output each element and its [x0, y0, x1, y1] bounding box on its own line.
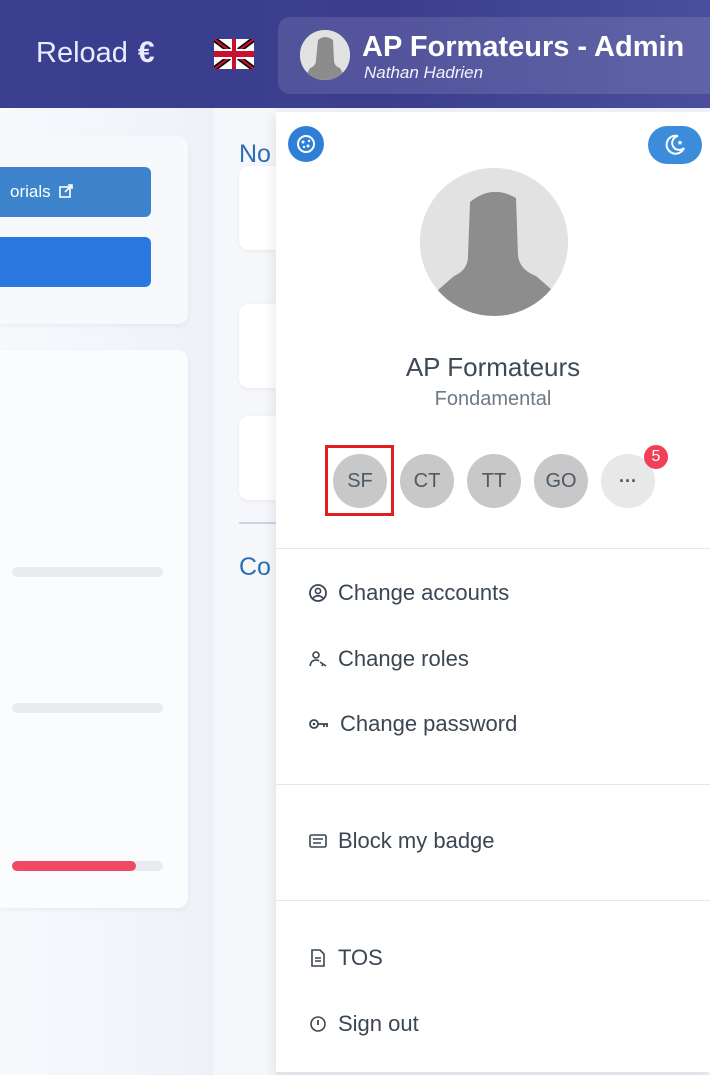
external-link-icon	[59, 184, 74, 198]
profile-avatar	[420, 168, 568, 316]
user-key-icon	[309, 651, 327, 667]
tutorials-label: orials	[10, 182, 51, 201]
shortcut-card[interactable]	[239, 304, 276, 388]
progress-bar	[12, 703, 163, 713]
stats-card	[0, 350, 188, 908]
shortcut-card[interactable]	[239, 166, 276, 250]
divider	[276, 900, 710, 901]
menu-item-label: Change accounts	[338, 580, 510, 605]
key-icon	[309, 719, 328, 729]
shortcut-card[interactable]	[239, 416, 276, 500]
account-dropdown-panel: AP Formateurs Fondamental SF CT TT GO ··…	[276, 112, 710, 1072]
theme-toggle-button[interactable]	[648, 126, 702, 164]
section-title-partial: Co	[239, 553, 271, 581]
divider	[276, 784, 710, 785]
account-menu-toggle[interactable]: AP Formateurs - Admin Nathan Hadrien	[278, 17, 710, 94]
divider	[276, 548, 710, 549]
organization-level: Fondamental	[434, 388, 552, 410]
account-chip-tt[interactable]: TT	[467, 454, 521, 508]
menu-item-label: Change roles	[338, 646, 469, 671]
primary-action-button[interactable]	[0, 237, 151, 287]
document-icon	[311, 949, 325, 967]
progress-bar	[12, 861, 163, 871]
moon-icon	[665, 134, 685, 155]
account-title: AP Formateurs - Admin	[362, 31, 685, 63]
uk-flag-icon[interactable]	[214, 39, 254, 69]
change-password-menu-item[interactable]: Change password	[308, 711, 517, 737]
account-chip-ct[interactable]: CT	[400, 454, 454, 508]
page-background-middle	[214, 108, 276, 1075]
account-circle-icon	[309, 584, 327, 602]
cookie-settings-button[interactable]	[288, 126, 324, 162]
section-title-partial: No	[239, 140, 271, 168]
user-silhouette-icon	[300, 30, 350, 80]
more-accounts-count-badge: 5	[644, 445, 668, 469]
power-icon	[310, 1016, 326, 1032]
change-accounts-menu-item[interactable]: Change accounts	[308, 580, 509, 606]
change-roles-menu-item[interactable]: Change roles	[308, 646, 469, 672]
divider	[239, 522, 276, 524]
menu-item-label: Change password	[340, 711, 518, 736]
cookie-icon	[297, 135, 315, 153]
organization-name: AP Formateurs	[405, 352, 581, 382]
top-navbar: Reload € AP Formateurs - Admin Nathan Ha…	[0, 0, 710, 108]
progress-bar	[12, 567, 163, 577]
menu-item-label: Block my badge	[338, 828, 495, 853]
links-card	[0, 136, 188, 324]
menu-item-label: Sign out	[338, 1011, 419, 1036]
menu-item-label: TOS	[338, 945, 383, 970]
reload-button[interactable]: Reload €	[36, 36, 155, 70]
account-user-name: Nathan Hadrien	[364, 63, 484, 82]
tos-menu-item[interactable]: TOS	[308, 945, 383, 971]
block-badge-menu-item[interactable]: Block my badge	[308, 828, 495, 854]
tutorials-button[interactable]: orials	[0, 167, 151, 217]
progress-bar-fill	[12, 861, 136, 871]
euro-icon: €	[137, 36, 155, 69]
sign-out-menu-item[interactable]: Sign out	[308, 1011, 419, 1037]
avatar	[300, 30, 350, 80]
selected-account-highlight	[325, 445, 394, 516]
reload-label: Reload	[36, 36, 128, 69]
user-silhouette-icon	[420, 168, 568, 316]
badge-icon	[309, 834, 327, 848]
account-chip-go[interactable]: GO	[534, 454, 588, 508]
